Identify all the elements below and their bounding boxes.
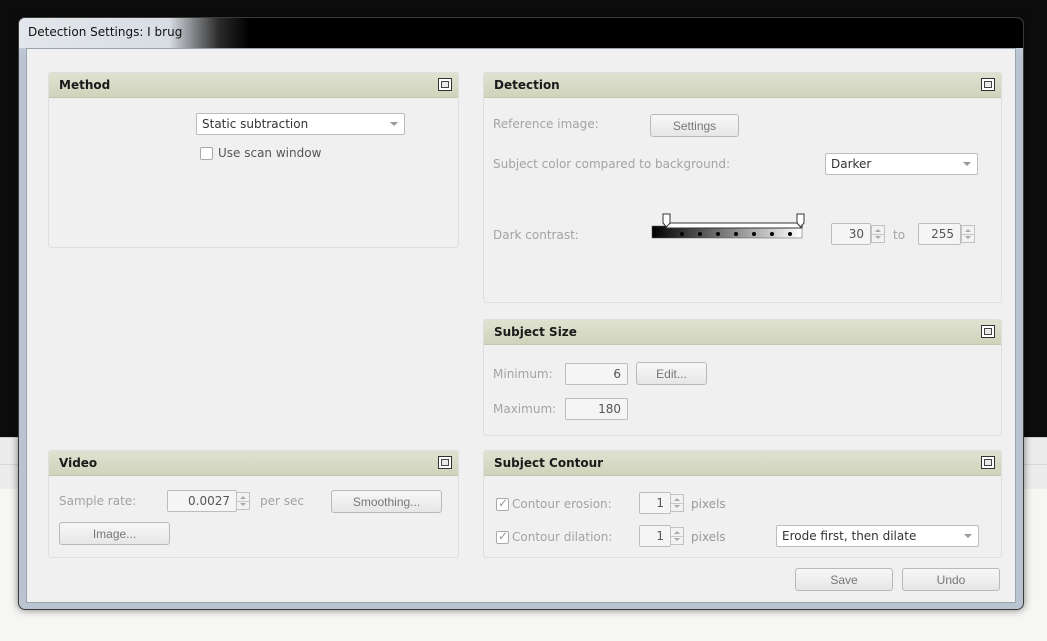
contour-dilation-input[interactable]: 1 [639,525,671,547]
subject-contour-title: Subject Contour [494,456,604,470]
reference-image-label: Reference image: [493,117,599,131]
detection-title: Detection [494,78,560,92]
subject-size-title: Subject Size [494,325,577,339]
subject-contour-header: Subject Contour [484,451,1001,476]
maximum-input[interactable]: 180 [565,398,628,420]
contrast-max-input[interactable]: 255 [918,223,961,245]
chevron-down-icon [390,122,398,126]
dark-contrast-label: Dark contrast: [493,228,579,242]
per-sec-label: per sec [260,494,304,508]
detection-header: Detection [484,73,1001,98]
sample-rate-spinner[interactable] [236,492,250,510]
contour-erosion-input[interactable]: 1 [639,492,671,514]
method-panel: Method Static subtraction Use scan windo… [48,72,459,248]
minimum-label: Minimum: [493,367,553,381]
method-header: Method [49,73,458,98]
panel-toggle-icon[interactable] [438,78,452,91]
contour-dilation-checkbox[interactable] [496,529,509,544]
settings-button[interactable]: Settings [650,114,739,137]
contrast-range-slider[interactable] [650,213,810,247]
contour-dilation-label: Contour dilation: [512,530,613,544]
contour-dilation-spinner[interactable] [670,527,684,545]
video-header: Video [49,451,458,476]
panel-toggle-icon[interactable] [981,456,995,469]
detection-panel: Detection Reference image: Settings Subj… [483,72,1002,303]
contrast-min-input[interactable]: 30 [831,223,871,245]
sample-rate-input[interactable]: 0.0027 [167,490,237,512]
smoothing-button[interactable]: Smoothing... [331,490,442,513]
subject-size-panel: Subject Size Minimum: 6 Edit... Maximum:… [483,319,1002,436]
method-title: Method [59,78,111,92]
sample-rate-label: Sample rate: [59,494,137,508]
panel-toggle-icon[interactable] [438,456,452,469]
window-title: Detection Settings: I brug [28,25,183,39]
video-panel: Video Sample rate: 0.0027 per sec Smooth… [48,450,459,558]
panel-toggle-icon[interactable] [981,78,995,91]
dilation-pixels-label: pixels [691,530,726,544]
method-select[interactable]: Static subtraction [196,113,405,135]
maximum-label: Maximum: [493,402,557,416]
contour-erosion-spinner[interactable] [670,494,684,512]
undo-button[interactable]: Undo [902,568,1000,591]
subject-color-value: Darker [831,157,872,171]
method-select-value: Static subtraction [202,117,309,131]
panel-toggle-icon[interactable] [981,325,995,338]
erosion-pixels-label: pixels [691,497,726,511]
chevron-down-icon [964,534,972,538]
chevron-down-icon [963,162,971,166]
image-button[interactable]: Image... [59,522,170,545]
contrast-max-spinner[interactable] [961,225,975,243]
to-label: to [893,228,906,242]
subject-color-select[interactable]: Darker [825,153,978,175]
contour-order-select[interactable]: Erode first, then dilate [776,525,979,547]
edit-button[interactable]: Edit... [636,362,707,385]
subject-size-header: Subject Size [484,320,1001,345]
use-scan-window-checkbox[interactable] [200,147,213,160]
title-bar[interactable]: Detection Settings: I brug [19,18,1023,48]
use-scan-window-label: Use scan window [218,146,322,160]
video-title: Video [59,456,98,470]
contour-erosion-label: Contour erosion: [512,497,612,511]
save-button[interactable]: Save [795,568,893,591]
contrast-min-spinner[interactable] [871,225,885,243]
subject-contour-panel: Subject Contour Contour erosion: 1 pixel… [483,450,1002,558]
dialog-client: Method Static subtraction Use scan windo… [26,48,1016,603]
minimum-input[interactable]: 6 [565,363,628,385]
dialog-window: Detection Settings: I brug Method Static… [18,17,1024,610]
contour-order-value: Erode first, then dilate [782,529,917,543]
subject-color-label: Subject color compared to background: [493,157,730,171]
contour-erosion-checkbox[interactable] [496,496,509,511]
